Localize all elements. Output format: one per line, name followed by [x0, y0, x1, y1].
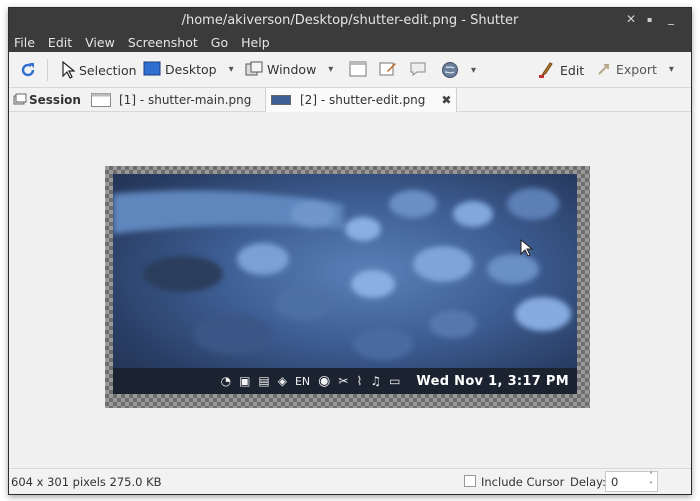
- cursor-icon: [62, 61, 75, 79]
- tab2-label: [2] - shutter-edit.png: [300, 93, 426, 107]
- menu-help[interactable]: Help: [241, 35, 270, 50]
- refresh-icon: [21, 63, 35, 77]
- export-label: Export: [616, 61, 657, 77]
- window-label: Window: [267, 61, 317, 77]
- session-icon: [13, 93, 27, 105]
- selection-button[interactable]: Selection: [61, 61, 137, 79]
- music-icon: ♫: [370, 374, 382, 388]
- session-label: Session: [29, 93, 81, 107]
- menu-view[interactable]: View: [85, 35, 115, 50]
- wifi-icon: ◔: [220, 374, 232, 388]
- screen-icon: ▤: [258, 374, 270, 388]
- battery-icon: ▭: [389, 374, 401, 388]
- web-capture-button[interactable]: [409, 61, 427, 77]
- window-button[interactable]: Window ▾: [245, 61, 333, 77]
- refresh-button[interactable]: [19, 61, 37, 79]
- close-icon[interactable]: ✖: [441, 93, 451, 107]
- menu-screenshot[interactable]: Screenshot: [128, 35, 198, 50]
- menu-edit[interactable]: Edit: [48, 35, 72, 50]
- status-bar: 604 x 301 pixels 275.0 KB Include Cursor…: [9, 468, 691, 494]
- screenshot-image: ◔ ▣ ▤ ◈ EN ◉ ✂ ⌇ ♫ ▭ Wed Nov 1, 3:17 PM: [113, 174, 577, 394]
- language-indicator: EN: [294, 374, 311, 388]
- export-icon: [598, 64, 609, 75]
- tab-session[interactable]: Session: [13, 88, 81, 112]
- image-info: 604 x 301 pixels 275.0 KB: [11, 475, 162, 489]
- window-icon: [245, 61, 263, 76]
- tooltip-capture-button[interactable]: [379, 61, 397, 77]
- menu-capture-icon: [349, 61, 367, 77]
- globe-icon: ◉: [318, 373, 331, 389]
- panel-clock: Wed Nov 1, 3:17 PM: [416, 373, 569, 389]
- delay-label: Delay:: [570, 475, 607, 489]
- chevron-down-icon[interactable]: ▾: [328, 64, 333, 75]
- delay-value: 0: [611, 475, 619, 489]
- desktop-button[interactable]: Desktop ▾: [143, 61, 234, 77]
- desktop-panel: ◔ ▣ ▤ ◈ EN ◉ ✂ ⌇ ♫ ▭ Wed Nov 1, 3:17 PM: [113, 368, 577, 394]
- menu-go[interactable]: Go: [211, 35, 228, 50]
- chevron-down-icon[interactable]: ▾: [471, 65, 476, 76]
- paperclip-icon: ⌇: [356, 374, 363, 388]
- chevron-down-icon[interactable]: ▾: [669, 64, 674, 75]
- sim-card-icon: ▣: [239, 374, 251, 388]
- maximize-icon[interactable]: ▪: [647, 15, 652, 24]
- selection-label: Selection: [79, 62, 137, 78]
- tab1-label: [1] - shutter-main.png: [119, 93, 252, 107]
- menu-capture-button[interactable]: [349, 61, 367, 77]
- include-cursor-checkbox[interactable]: [464, 475, 476, 487]
- minimize-icon[interactable]: _: [668, 11, 674, 25]
- tab-shutter-main[interactable]: [1] - shutter-main.png ✖: [87, 88, 281, 112]
- app-window: /home/akiverson/Desktop/shutter-edit.png…: [8, 7, 692, 495]
- edit-label: Edit: [560, 62, 585, 78]
- tab-bar: Session [1] - shutter-main.png ✖ [2] - s…: [9, 88, 691, 112]
- paint-icon: [539, 62, 553, 78]
- close-icon[interactable]: ✕: [626, 12, 636, 26]
- tab-shutter-edit[interactable]: [2] - shutter-edit.png ✖: [265, 88, 458, 112]
- edit-button[interactable]: Edit: [538, 61, 584, 79]
- speech-bubble-icon: [410, 62, 426, 76]
- globe-icon: [442, 62, 458, 78]
- chevron-down-icon[interactable]: ▾: [229, 64, 234, 75]
- window-title: /home/akiverson/Desktop/shutter-edit.png…: [181, 12, 519, 28]
- edit-note-icon: [379, 62, 396, 76]
- image-thumbnail-icon: [271, 95, 291, 105]
- desktop-label: Desktop: [165, 61, 217, 77]
- title-bar: /home/akiverson/Desktop/shutter-edit.png…: [9, 8, 691, 32]
- spinner-arrows-icon[interactable]: ˄ ˅: [649, 471, 653, 491]
- toolbar: Selection Desktop ▾ Window ▾ ▾ Edit Expo…: [9, 52, 691, 88]
- export-button[interactable]: Export ▾: [596, 61, 674, 77]
- image-viewer[interactable]: ◔ ▣ ▤ ◈ EN ◉ ✂ ⌇ ♫ ▭ Wed Nov 1, 3:17 PM: [9, 112, 691, 469]
- globe-button[interactable]: ▾: [441, 61, 476, 79]
- scissors-icon: ✂: [338, 374, 349, 388]
- blurred-pebbles-image: [113, 188, 571, 360]
- include-cursor-label: Include Cursor: [481, 475, 565, 489]
- desktop-icon: [143, 61, 161, 76]
- delay-spinner[interactable]: 0 ˄ ˅: [605, 471, 658, 492]
- image-thumbnail-icon: [91, 93, 111, 107]
- screenshot-frame: ◔ ▣ ▤ ◈ EN ◉ ✂ ⌇ ♫ ▭ Wed Nov 1, 3:17 PM: [105, 166, 590, 408]
- mouse-cursor-icon: [520, 238, 534, 257]
- menu-file[interactable]: File: [14, 35, 35, 50]
- menu-bar: File Edit View Screenshot Go Help: [9, 32, 691, 52]
- tray-app-icon: ◈: [277, 374, 287, 388]
- toolbar-separator: [47, 59, 48, 81]
